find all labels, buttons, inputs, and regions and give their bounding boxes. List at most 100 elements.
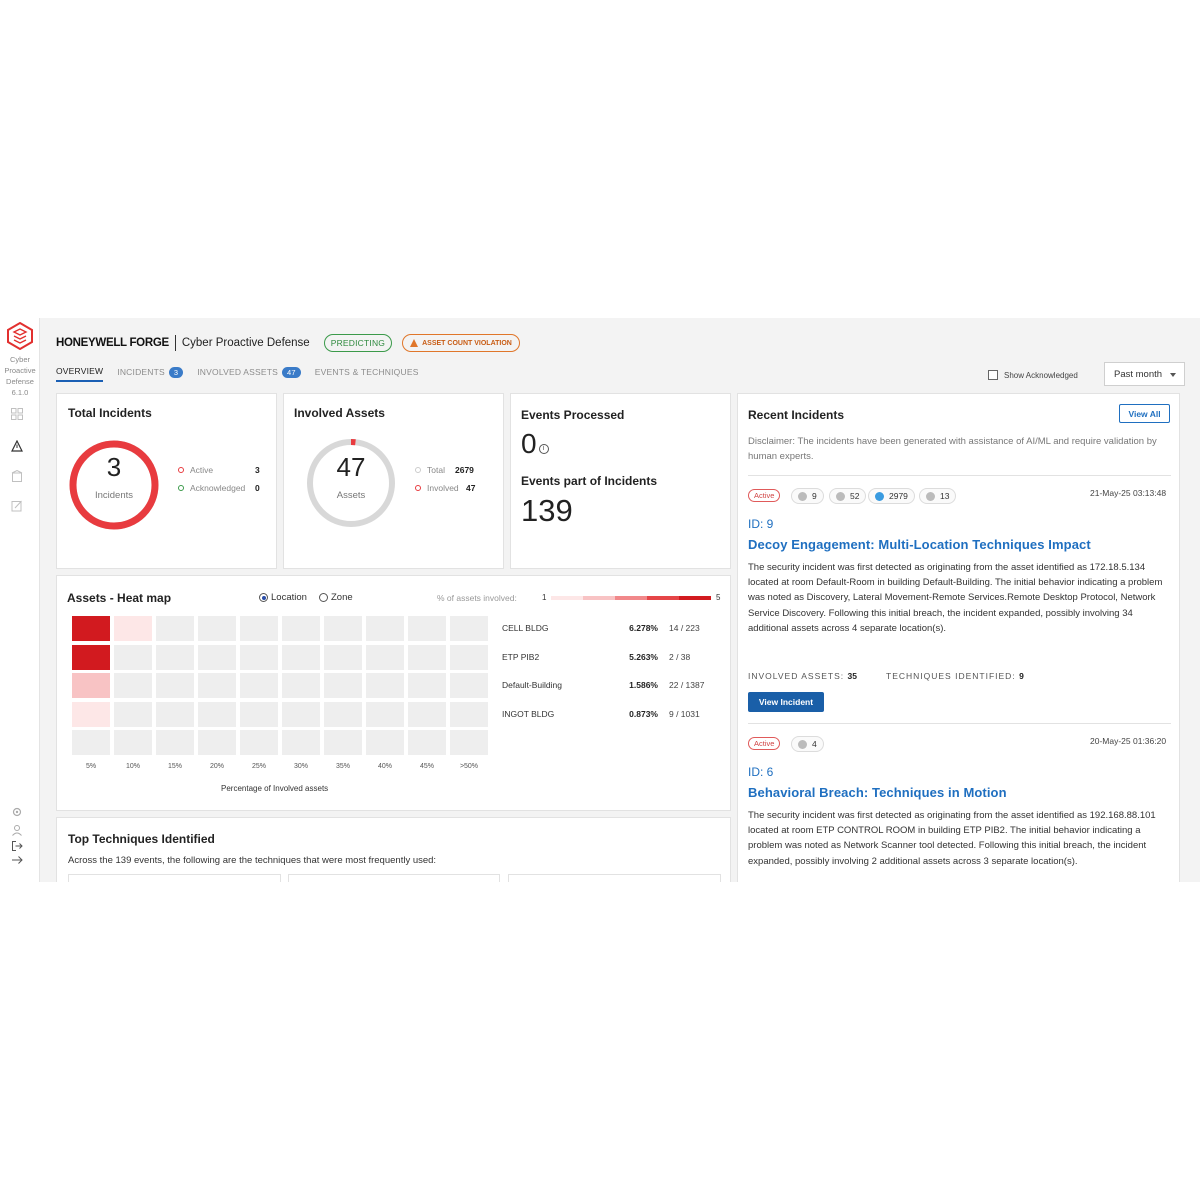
heatmap-cell[interactable]: [198, 644, 236, 670]
asset-count-violation-pill[interactable]: ASSET COUNT VIOLATION: [402, 334, 520, 352]
heatmap-cell[interactable]: [198, 701, 236, 727]
meta-value: 35: [847, 671, 857, 681]
tab-overview[interactable]: OVERVIEW: [56, 362, 104, 382]
heatmap-location-name[interactable]: ETP PIB2: [502, 652, 539, 662]
heatmap-cell[interactable]: [72, 616, 110, 641]
heatmap-cell[interactable]: [240, 730, 278, 755]
active-label: Active: [190, 465, 214, 475]
zone-radio-option[interactable]: Zone: [319, 592, 353, 603]
heatmap-cell[interactable]: [156, 673, 194, 698]
heatmap-cell[interactable]: [450, 616, 488, 641]
heatmap-cell[interactable]: [282, 616, 320, 641]
tab-involved-assets[interactable]: INVOLVED ASSETS 47: [197, 362, 301, 382]
heatmap-cell[interactable]: [114, 673, 152, 698]
settings-icon[interactable]: [10, 806, 24, 820]
heatmap-cell[interactable]: [450, 730, 488, 755]
heatmap-cell[interactable]: [324, 673, 362, 698]
heatmap-cell[interactable]: [450, 673, 488, 698]
heatmap-cell[interactable]: [72, 644, 110, 670]
heatmap-location-ratio: 9 / 1031: [669, 708, 700, 719]
info-icon[interactable]: i: [538, 444, 549, 454]
heatmap-cell[interactable]: [72, 730, 110, 755]
heatmap-cell[interactable]: [282, 730, 320, 755]
expand-icon[interactable]: [10, 854, 24, 868]
incident-title[interactable]: Decoy Engagement: Multi-Location Techniq…: [748, 537, 1091, 552]
heatmap-cell[interactable]: [324, 701, 362, 727]
heatmap-cell[interactable]: [366, 701, 404, 727]
technique-card[interactable]: [288, 874, 500, 882]
heatmap-cell[interactable]: [408, 644, 446, 670]
heatmap-cell[interactable]: [324, 644, 362, 670]
heatmap-cell[interactable]: [282, 673, 320, 698]
dashboard-icon[interactable]: [10, 408, 24, 422]
heatmap-cell[interactable]: [366, 730, 404, 755]
heatmap-cell[interactable]: [366, 616, 404, 641]
heatmap-cell[interactable]: [240, 673, 278, 698]
heatmap-cell[interactable]: [324, 730, 362, 755]
heatmap-cell[interactable]: [282, 701, 320, 727]
app-header: HONEYWELL FORGE Cyber Proactive Defense …: [56, 332, 520, 354]
heatmap-cell[interactable]: [156, 644, 194, 670]
time-range-select[interactable]: Past month: [1104, 362, 1185, 386]
heatmap-cell[interactable]: [408, 673, 446, 698]
view-all-button[interactable]: View All: [1119, 404, 1170, 423]
heatmap-cell[interactable]: [282, 644, 320, 670]
incident-chip-alerts[interactable]: 9: [791, 488, 824, 504]
heatmap-x-tick: 40%: [377, 763, 392, 770]
heatmap-cell[interactable]: [198, 673, 236, 698]
view-incident-button[interactable]: View Incident: [748, 692, 824, 712]
events-card: Events Processed 0 i Events part of Inci…: [510, 393, 731, 569]
tab-events-techniques[interactable]: EVENTS & TECHNIQUES: [315, 362, 419, 382]
heatmap-cell[interactable]: [408, 730, 446, 755]
user-icon[interactable]: [10, 824, 24, 838]
heatmap-cell[interactable]: [366, 644, 404, 670]
report-icon[interactable]: [10, 500, 24, 514]
heatmap-x-tick: 45%: [419, 763, 434, 770]
zone-radio[interactable]: [319, 593, 328, 602]
show-acknowledged-checkbox[interactable]: [988, 370, 998, 380]
incident-chip-network[interactable]: 52: [829, 488, 867, 504]
logout-icon[interactable]: [10, 840, 24, 854]
heatmap-cell[interactable]: [114, 644, 152, 670]
heatmap-cell[interactable]: [72, 673, 110, 698]
heatmap-cell[interactable]: [72, 701, 110, 727]
heatmap-cell[interactable]: [408, 701, 446, 727]
heatmap-cell[interactable]: [114, 616, 152, 641]
heatmap-location-name[interactable]: CELL BLDG: [502, 623, 548, 633]
heatmap-location-name[interactable]: Default-Building: [502, 680, 562, 690]
honeywell-logo-icon[interactable]: [6, 322, 34, 350]
heatmap-cell[interactable]: [450, 644, 488, 670]
heatmap-location-name[interactable]: INGOT BLDG: [502, 709, 554, 719]
show-acknowledged-label: Show Acknowledged: [1004, 370, 1078, 380]
heatmap-cell[interactable]: [240, 616, 278, 641]
building-icon[interactable]: [10, 469, 24, 484]
heatmap-cell[interactable]: [114, 730, 152, 755]
heatmap-cell[interactable]: [324, 616, 362, 641]
incident-chip-windows[interactable]: 2979: [868, 488, 915, 504]
technique-card[interactable]: [508, 874, 721, 882]
events-processed-title: Events Processed: [521, 408, 625, 422]
location-radio[interactable]: [259, 593, 268, 602]
divider: [748, 723, 1171, 724]
location-radio-option[interactable]: Location: [259, 592, 307, 603]
incident-title[interactable]: Behavioral Breach: Techniques in Motion: [748, 785, 1007, 800]
heatmap-cell[interactable]: [198, 616, 236, 641]
heatmap-cell[interactable]: [366, 673, 404, 698]
heatmap-cell[interactable]: [156, 730, 194, 755]
heatmap-cell[interactable]: [198, 730, 236, 755]
incident-chip-links[interactable]: 13: [919, 488, 957, 504]
heatmap-cell[interactable]: [450, 701, 488, 727]
heatmap-cell[interactable]: [240, 701, 278, 727]
incident-chip-network[interactable]: 4: [791, 736, 824, 752]
heatmap-cell[interactable]: [156, 701, 194, 727]
heatmap-cell[interactable]: [156, 616, 194, 641]
alert-icon[interactable]: [10, 439, 24, 454]
heatmap-cell[interactable]: [408, 616, 446, 641]
scale-segment: [615, 596, 647, 600]
technique-card[interactable]: [68, 874, 281, 882]
heatmap-cell[interactable]: [114, 701, 152, 727]
heatmap-x-tick: >50%: [459, 763, 479, 770]
heatmap-cell[interactable]: [240, 644, 278, 670]
show-acknowledged-toggle[interactable]: Show Acknowledged: [988, 370, 1078, 380]
tab-incidents[interactable]: INCIDENTS 3: [117, 362, 184, 382]
